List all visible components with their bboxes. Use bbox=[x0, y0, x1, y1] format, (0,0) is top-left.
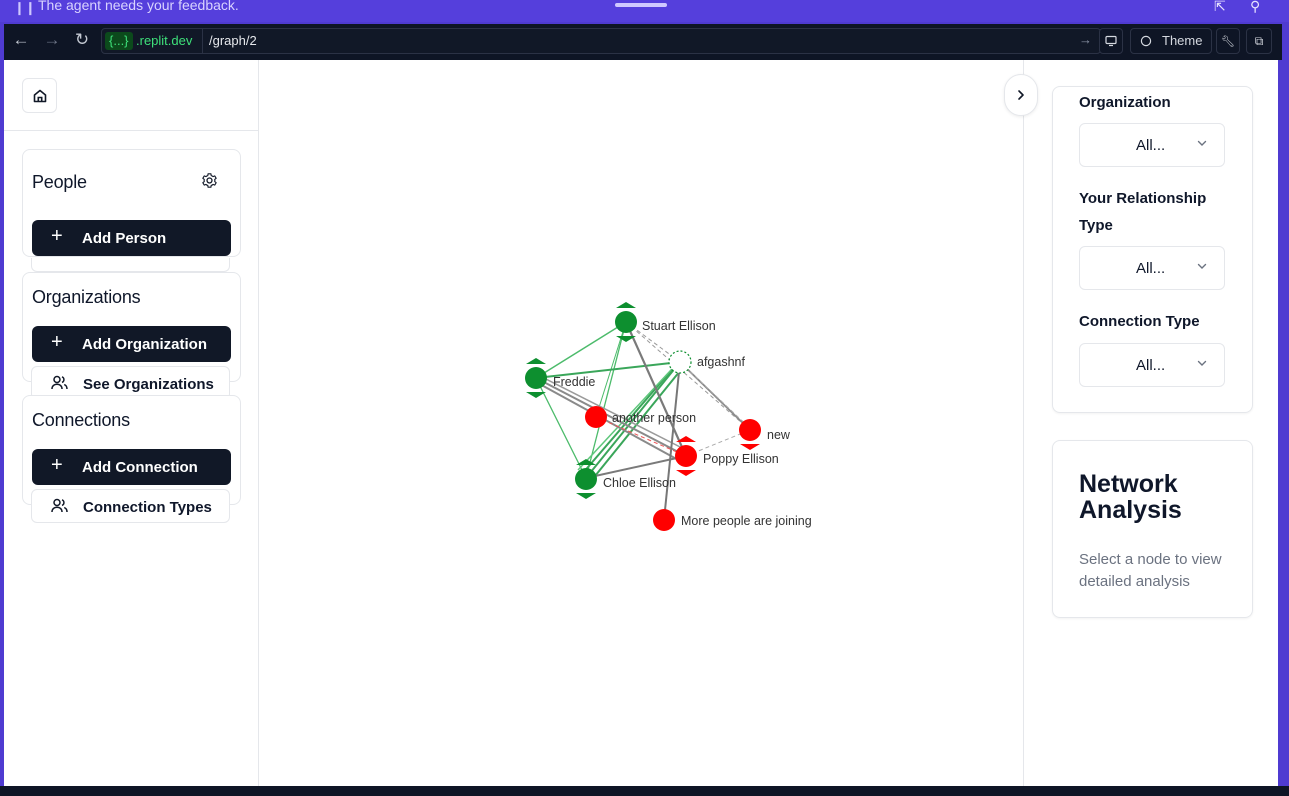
network-graph[interactable]: Stuart Ellison afgashnf Freddie another … bbox=[260, 60, 1023, 786]
wrench-icon: 🔧︎ bbox=[1221, 36, 1235, 48]
node-label: another person bbox=[612, 411, 696, 425]
chevron-down-icon bbox=[1197, 140, 1207, 146]
sidebar-divider bbox=[4, 130, 259, 131]
address-bar[interactable]: {...} .replit.dev /graph/2 → bbox=[101, 28, 1101, 54]
chevron-down-icon bbox=[1197, 360, 1207, 366]
palette-icon bbox=[1140, 35, 1152, 47]
forward-icon[interactable]: → bbox=[41, 30, 63, 50]
window-bottom-edge bbox=[0, 786, 1289, 796]
collapse-panel-button[interactable] bbox=[1004, 74, 1038, 116]
connection-types-label: Connection Types bbox=[83, 499, 212, 516]
open-new-tab-button[interactable]: ⧉ bbox=[1246, 28, 1272, 54]
drag-handle[interactable] bbox=[615, 3, 667, 7]
chevron-right-icon bbox=[1018, 90, 1024, 100]
pin-icon[interactable]: ⚲ bbox=[1250, 0, 1260, 15]
banner-message: The agent needs your feedback. bbox=[38, 0, 239, 13]
node-label: Freddie bbox=[553, 375, 595, 389]
home-button[interactable] bbox=[22, 78, 57, 113]
add-connection-label: Add Connection bbox=[82, 459, 198, 476]
device-preview-button[interactable] bbox=[1099, 28, 1123, 54]
node-label: Chloe Ellison bbox=[603, 476, 676, 490]
relationship-filter-label: Your Relationship Type bbox=[1079, 190, 1207, 234]
plus-icon: + bbox=[51, 225, 63, 247]
plus-icon: + bbox=[51, 454, 63, 476]
see-people-button[interactable] bbox=[31, 258, 230, 272]
filters-card: Organization All... Your Relationship Ty… bbox=[1052, 86, 1253, 413]
devtools-button[interactable]: 🔧︎ bbox=[1216, 28, 1240, 54]
node-label: More people are joining bbox=[681, 514, 812, 528]
add-person-label: Add Person bbox=[82, 230, 167, 247]
browser-toolbar: ← → ↻ {...} .replit.dev /graph/2 → Theme… bbox=[4, 24, 1282, 60]
theme-label: Theme bbox=[1162, 33, 1203, 48]
relationship-select-value: All... bbox=[1136, 260, 1166, 277]
theme-button[interactable]: Theme bbox=[1130, 28, 1212, 54]
connection-type-select[interactable]: All... bbox=[1079, 343, 1225, 387]
add-organization-label: Add Organization bbox=[82, 336, 207, 353]
domain-badge: {...} bbox=[105, 32, 133, 50]
node-new[interactable]: new bbox=[739, 419, 791, 450]
people-title: People bbox=[32, 172, 87, 192]
back-icon[interactable]: ← bbox=[10, 30, 32, 50]
connection-type-select-value: All... bbox=[1136, 357, 1166, 374]
node-chloe-ellison[interactable]: Chloe Ellison bbox=[575, 459, 676, 499]
analysis-description: Select a node to view detailed analysis bbox=[1079, 551, 1222, 590]
plus-icon: + bbox=[51, 331, 63, 353]
network-analysis-card: Network Analysis Select a node to view d… bbox=[1052, 440, 1253, 618]
graph-edge[interactable] bbox=[663, 361, 681, 521]
app-window: People + Add Person Organizations + Add … bbox=[4, 60, 1278, 786]
add-connection-button[interactable]: + Add Connection bbox=[32, 449, 231, 485]
right-panel: Organization All... Your Relationship Ty… bbox=[1023, 60, 1278, 786]
address-divider bbox=[202, 29, 203, 53]
node-more-people-are-joining[interactable]: More people are joining bbox=[653, 509, 812, 531]
home-icon bbox=[33, 89, 46, 102]
monitor-icon bbox=[1105, 35, 1117, 47]
left-sidebar: People + Add Person Organizations + Add … bbox=[4, 60, 259, 786]
node-label: new bbox=[767, 428, 791, 442]
users-icon bbox=[51, 498, 68, 513]
go-arrow-icon[interactable]: → bbox=[1079, 32, 1092, 47]
analysis-title: Network Analysis bbox=[1079, 470, 1182, 524]
organization-select-value: All... bbox=[1136, 137, 1166, 154]
connection-type-filter-label: Connection Type bbox=[1079, 313, 1200, 330]
add-person-button[interactable]: + Add Person bbox=[32, 220, 231, 256]
connections-title: Connections bbox=[32, 410, 130, 430]
connection-types-button[interactable]: Connection Types bbox=[31, 489, 230, 523]
graph-nodes: Stuart Ellison afgashnf Freddie another … bbox=[525, 302, 812, 531]
agent-feedback-banner[interactable]: ❙❙ The agent needs your feedback. ⇱ ⚲ bbox=[0, 0, 1289, 22]
organization-select[interactable]: All... bbox=[1079, 123, 1225, 167]
settings-gear-icon[interactable] bbox=[201, 172, 218, 189]
domain-suffix: .replit.dev bbox=[136, 33, 193, 48]
organization-filter-label: Organization bbox=[1079, 94, 1171, 111]
organizations-title: Organizations bbox=[32, 287, 141, 307]
external-link-icon: ⧉ bbox=[1254, 34, 1264, 48]
chevron-down-icon bbox=[1197, 263, 1207, 269]
node-label: Stuart Ellison bbox=[642, 319, 716, 333]
node-label: Poppy Ellison bbox=[703, 452, 779, 466]
see-organizations-label: See Organizations bbox=[83, 376, 214, 393]
node-afgashnf[interactable]: afgashnf bbox=[668, 350, 745, 374]
users-icon bbox=[51, 375, 68, 390]
people-card: People + Add Person bbox=[22, 149, 241, 257]
node-poppy-ellison[interactable]: Poppy Ellison bbox=[675, 436, 779, 476]
add-organization-button[interactable]: + Add Organization bbox=[32, 326, 231, 362]
relationship-select[interactable]: All... bbox=[1079, 246, 1225, 290]
reload-icon[interactable]: ↻ bbox=[71, 30, 93, 50]
pause-icon: ❙❙ bbox=[14, 0, 36, 15]
expand-icon[interactable]: ⇱ bbox=[1214, 0, 1226, 15]
node-label: afgashnf bbox=[697, 355, 745, 369]
network-graph-canvas[interactable]: Stuart Ellison afgashnf Freddie another … bbox=[260, 60, 1023, 786]
url-path: /graph/2 bbox=[209, 33, 257, 48]
node-freddie[interactable]: Freddie bbox=[525, 358, 595, 398]
node-stuart-ellison[interactable]: Stuart Ellison bbox=[615, 302, 716, 342]
